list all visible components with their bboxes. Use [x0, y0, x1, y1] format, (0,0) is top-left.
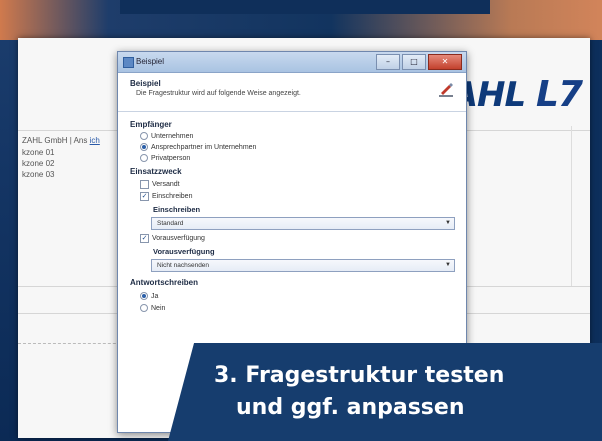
radio-indicator[interactable]: [140, 132, 148, 140]
radio-unternehmen[interactable]: Unternehmen: [140, 132, 193, 140]
banner-line-1: 3. Fragestruktur testen: [214, 363, 505, 388]
checkbox-indicator[interactable]: ✓: [140, 192, 149, 201]
radio-label: Privatperson: [151, 154, 191, 162]
einschreiben-label: Einschreiben: [153, 205, 201, 214]
checkbox-einschreiben[interactable]: ✓ Einschreiben: [140, 192, 192, 201]
header-title: Beispiel: [130, 79, 161, 88]
radio-label: Nein: [151, 304, 166, 312]
company-line-link[interactable]: ich: [90, 136, 100, 145]
radio-ja[interactable]: Ja: [140, 292, 158, 300]
list-item[interactable]: kzone 02: [22, 159, 54, 168]
radio-label: Unternehmen: [151, 132, 194, 140]
header-subtitle: Die Fragestruktur wird auf folgende Weis…: [136, 90, 301, 97]
radio-ansprechpartner[interactable]: Ansprechpartner im Unternehmen: [140, 143, 256, 151]
maximize-button[interactable]: □: [402, 54, 426, 70]
dialog-header: Beispiel Die Fragestruktur wird auf folg…: [118, 73, 466, 112]
window-app-icon: [123, 57, 134, 68]
checkbox-vorausverfuegung[interactable]: ✓ Vorausverfügung: [140, 234, 205, 243]
close-button[interactable]: ✕: [428, 54, 462, 70]
checkbox-versandt[interactable]: Versandt: [140, 180, 180, 189]
company-line-prefix: ZAHL GmbH | Ans: [22, 136, 88, 145]
chevron-down-icon: ▼: [445, 220, 451, 226]
select-value: Nicht nachsenden: [157, 262, 210, 269]
vorausverfuegung-label: Vorausverfügung: [153, 247, 215, 256]
chevron-down-icon: ▼: [445, 262, 451, 268]
radio-indicator[interactable]: [140, 304, 148, 312]
radio-privatperson[interactable]: Privatperson: [140, 154, 190, 162]
radio-indicator[interactable]: [140, 154, 148, 162]
pen-signature-icon: [439, 83, 453, 97]
logo-mark: L7: [536, 74, 583, 115]
checkbox-label: Vorausverfügung: [152, 235, 205, 242]
vorausverfuegung-select[interactable]: Nicht nachsenden ▼: [151, 259, 455, 272]
dialog-titlebar[interactable]: Beispiel – □ ✕: [118, 52, 466, 73]
section-empfaenger: Empfänger: [130, 120, 172, 129]
dialog-title: Beispiel: [136, 57, 165, 66]
radio-label: Ansprechpartner im Unternehmen: [151, 143, 257, 151]
select-value: Standard: [157, 220, 184, 227]
checkbox-indicator[interactable]: ✓: [140, 234, 149, 243]
banner-line-2: und ggf. anpassen: [236, 395, 465, 420]
checkbox-indicator[interactable]: [140, 180, 149, 189]
checkbox-label: Versandt: [152, 181, 180, 188]
radio-indicator[interactable]: [140, 143, 148, 151]
radio-nein[interactable]: Nein: [140, 304, 165, 312]
section-antwortschreiben: Antwortschreiben: [130, 278, 199, 287]
checkbox-label: Einschreiben: [152, 193, 193, 200]
radio-label: Ja: [151, 292, 159, 300]
list-item[interactable]: kzone 03: [22, 170, 54, 179]
minimize-button[interactable]: –: [376, 54, 400, 70]
right-panel-border: [571, 126, 580, 286]
section-einsatzzweck: Einsatzzweck: [130, 167, 182, 176]
caption-banner: 3. Fragestruktur testen und ggf. anpasse…: [168, 343, 602, 441]
list-item[interactable]: kzone 01: [22, 148, 54, 157]
background-band: [120, 0, 490, 14]
einschreiben-select[interactable]: Standard ▼: [151, 217, 455, 230]
company-line: ZAHL GmbH | Ans ich: [22, 136, 100, 145]
window-controls: – □ ✕: [376, 54, 462, 70]
radio-indicator[interactable]: [140, 292, 148, 300]
